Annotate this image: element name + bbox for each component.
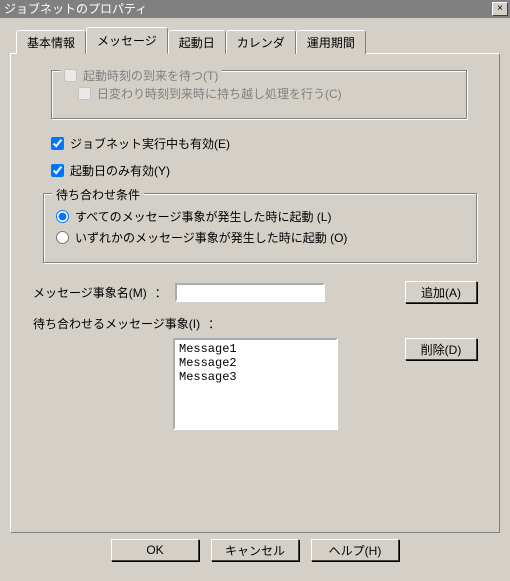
radio-all-label: すべてのメッセージ事象が発生した時に起動 (L) [75,208,331,225]
radio-any[interactable] [56,231,69,244]
close-button[interactable]: × [492,2,508,16]
tab-message[interactable]: メッセージ [86,27,168,54]
tab-calendar[interactable]: カレンダ [226,30,296,54]
wait-start-time-checkbox [64,69,77,82]
group-wait-start-time: 起動時刻の到来を待つ(T) 日変わり時刻到来時に持ち越し処理を行う(C) [51,70,467,119]
msg-name-input[interactable] [175,283,325,302]
wait-start-time-label: 起動時刻の到来を待つ(T) [83,67,218,84]
wait-list-label: 待ち合わせるメッセージ事象(I) [33,313,200,332]
msg-name-label: メッセージ事象名(M) [33,284,147,301]
only-start-day-checkbox[interactable] [51,164,64,177]
tab-basic-info[interactable]: 基本情報 [16,30,86,54]
during-exec-checkbox[interactable] [51,137,64,150]
message-listbox[interactable]: Message1 Message2 Message3 [173,338,338,430]
colon2: ： [208,313,220,332]
tab-strip: 基本情報 メッセージ 起動日 カレンダ 運用期間 [10,26,500,53]
dialog-body: 基本情報 メッセージ 起動日 カレンダ 運用期間 起動時刻の到来を待つ(T) 日… [0,18,510,581]
help-button[interactable]: ヘルプ(H) [311,539,399,561]
row-only-start-day: 起動日のみ有効(Y) [51,162,477,179]
cancel-button[interactable]: キャンセル [211,539,299,561]
window-title: ジョブネットのプロパティ [4,0,147,18]
group-wait-start-time-legend: 起動時刻の到来を待つ(T) [60,67,222,84]
carryover-checkbox [78,87,91,100]
footer-buttons: OK キャンセル ヘルプ(H) [10,533,500,571]
colon1: ： [155,284,167,301]
radio-row-all: すべてのメッセージ事象が発生した時に起動 (L) [56,208,464,225]
radio-all[interactable] [56,210,69,223]
tab-panel: 起動時刻の到来を待つ(T) 日変わり時刻到来時に持ち越し処理を行う(C) ジョブ… [10,53,500,533]
group-wait-condition: 待ち合わせ条件 すべてのメッセージ事象が発生した時に起動 (L) いずれかのメッ… [43,193,477,263]
list-item[interactable]: Message1 [179,342,332,356]
row-wait-list: 待ち合わせるメッセージ事象(I) ： [33,313,477,332]
radio-row-any: いずれかのメッセージ事象が発生した時に起動 (O) [56,229,464,246]
tab-start-date[interactable]: 起動日 [168,30,226,54]
row-during-exec: ジョブネット実行中も有効(E) [51,135,477,152]
list-item[interactable]: Message2 [179,356,332,370]
carryover-label: 日変わり時刻到来時に持ち越し処理を行う(C) [97,85,342,102]
during-exec-label: ジョブネット実行中も有効(E) [70,135,230,152]
radio-any-label: いずれかのメッセージ事象が発生した時に起動 (O) [75,229,347,246]
title-bar: ジョブネットのプロパティ × [0,0,510,18]
add-button[interactable]: 追加(A) [405,281,477,303]
group-wait-condition-legend: 待ち合わせ条件 [52,186,144,203]
only-start-day-label: 起動日のみ有効(Y) [70,162,170,179]
row-msg-name: メッセージ事象名(M) ： 追加(A) [33,281,477,303]
carryover-row: 日変わり時刻到来時に持ち越し処理を行う(C) [78,85,454,102]
list-item[interactable]: Message3 [179,370,332,384]
delete-button[interactable]: 削除(D) [405,338,477,360]
ok-button[interactable]: OK [111,539,199,561]
tab-operation-period[interactable]: 運用期間 [296,30,366,54]
